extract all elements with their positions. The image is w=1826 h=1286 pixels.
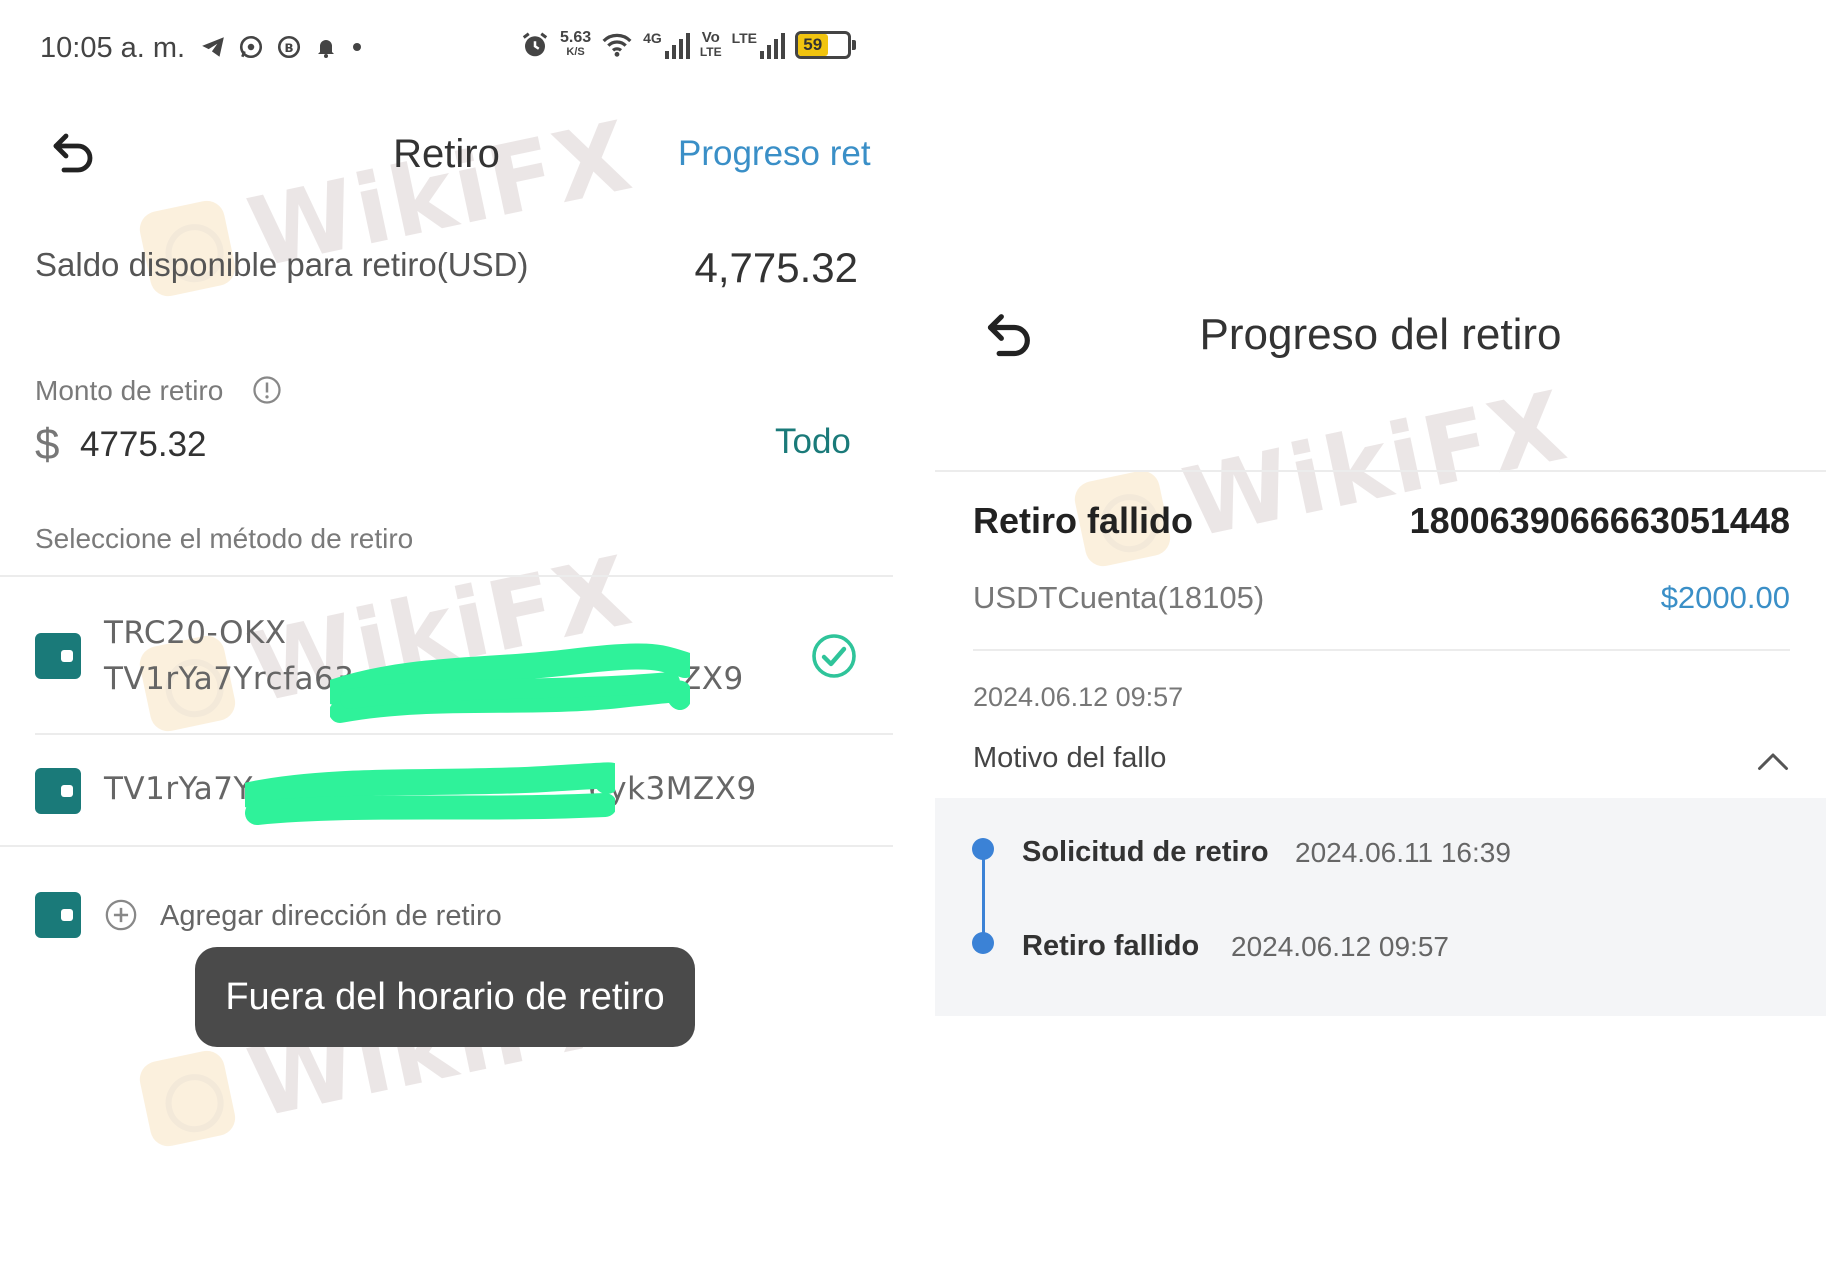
watermark: WikiFX xyxy=(1069,370,1576,582)
notification-icons: B xyxy=(200,34,364,60)
redaction-scribble xyxy=(245,762,615,825)
redaction-scribble xyxy=(330,643,690,723)
divider xyxy=(0,845,893,847)
timeline-panel xyxy=(935,798,1826,1016)
balance-value: 4,775.32 xyxy=(694,244,859,291)
page-title: Progreso del retiro xyxy=(1199,310,1562,359)
timeline-dot xyxy=(972,932,994,954)
timeline-dot xyxy=(972,838,994,860)
battery-level: 59 xyxy=(798,34,828,56)
amount-input[interactable]: 4775.32 xyxy=(80,425,207,465)
withdraw-amount: $2000.00 xyxy=(1660,580,1790,615)
toast-message: Fuera del horario de retiro xyxy=(195,947,695,1047)
telegram-icon xyxy=(202,37,224,57)
svg-text:B: B xyxy=(284,41,293,55)
progress-link[interactable]: Progreso ret xyxy=(678,134,871,174)
add-address-label: Agregar dirección de retiro xyxy=(160,900,502,932)
battery-icon: 59 xyxy=(795,31,857,59)
system-icons: 5.63 K/S 4G Vo LTE LTE 59 xyxy=(520,29,857,60)
selected-check-icon xyxy=(812,634,856,678)
balance-label: Saldo disponible para retiro(USD) xyxy=(35,246,529,283)
status-time: 10:05 a. m. xyxy=(40,32,186,64)
method-label: Seleccione el método de retiro xyxy=(35,523,414,554)
address-start: TV1rYa7Yrcfa63 xyxy=(104,661,355,697)
order-id: 1800639066663051448 xyxy=(1409,500,1790,541)
failure-reason-label: Motivo del fallo xyxy=(973,742,1167,774)
timeline-step-time: 2024.06.12 09:57 xyxy=(1231,931,1449,962)
signal-bars-icon xyxy=(664,33,690,59)
account-label: USDTCuenta(18105) xyxy=(973,580,1265,615)
cell-signal-1: 4G xyxy=(643,31,690,59)
bell-icon xyxy=(318,40,334,58)
status-bar: 10:05 a. m. B 5.63 K/S 4G Vo LTE LTE 59 xyxy=(0,0,893,100)
add-circle-icon xyxy=(105,899,137,931)
method-item-2[interactable]: TV1rYa7Yr 6yk3MZX9 xyxy=(0,735,893,845)
cell-signal-2: LTE xyxy=(732,31,786,59)
status-title: Retiro fallido xyxy=(973,500,1194,541)
wallet-icon xyxy=(35,768,81,814)
timeline-step-label: Solicitud de retiro xyxy=(1022,836,1269,868)
info-icon[interactable] xyxy=(252,375,282,405)
divider xyxy=(935,470,1826,472)
all-button[interactable]: Todo xyxy=(775,422,851,462)
alarm-icon xyxy=(522,32,548,57)
method-item-trc20-okx[interactable]: TRC20-OKX TV1rYa7Yrcfa63 ZX9 xyxy=(0,577,893,733)
divider xyxy=(973,649,1790,651)
wallet-icon xyxy=(35,892,81,938)
address-start: TV1rYa7Yr xyxy=(104,771,267,807)
whatsapp-icon xyxy=(239,35,263,59)
chevron-up-icon xyxy=(1758,753,1788,770)
wallet-icon xyxy=(35,633,81,679)
currency-symbol: $ xyxy=(35,420,60,469)
signal-bars-icon xyxy=(760,33,786,59)
net-speed: 5.63 K/S xyxy=(560,29,592,59)
volte-indicator: Vo LTE xyxy=(699,29,722,59)
watermark-logo-icon xyxy=(136,1047,239,1150)
more-dot-icon xyxy=(353,43,361,51)
business-chat-icon: B xyxy=(277,35,301,59)
failure-reason-toggle[interactable]: Motivo del fallo xyxy=(973,742,1790,786)
datetime: 2024.06.12 09:57 xyxy=(973,682,1184,712)
timeline-step-time: 2024.06.11 16:39 xyxy=(1295,837,1511,868)
method-name: TRC20-OKX xyxy=(104,615,287,651)
timeline-connector xyxy=(982,850,985,942)
wifi-icon xyxy=(602,33,632,57)
timeline-step-label: Retiro fallido xyxy=(1022,930,1200,962)
amount-label: Monto de retiro xyxy=(35,375,224,406)
